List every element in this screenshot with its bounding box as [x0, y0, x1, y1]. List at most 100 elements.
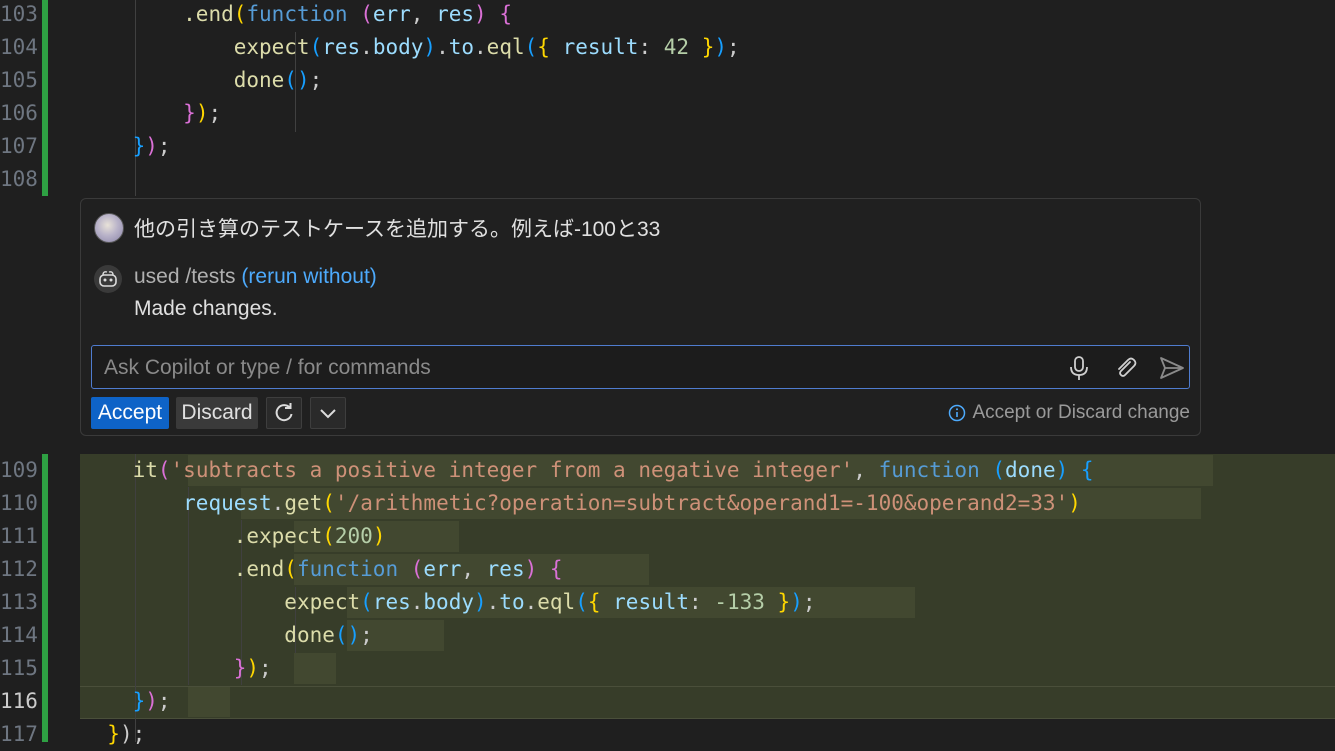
response-text: Made changes.	[134, 297, 278, 320]
attach-paperclip-icon[interactable]	[1112, 354, 1140, 382]
line-number: 117	[0, 722, 38, 746]
code-token: .	[474, 35, 487, 59]
code-token: }	[777, 590, 791, 614]
code-token: }	[183, 101, 196, 125]
code-token: (	[233, 2, 247, 26]
user-prompt: 他の引き算のテストケースを追加する。例えば-100と33	[134, 218, 661, 241]
code-line[interactable]: });	[82, 130, 171, 163]
code-line[interactable]: .end(function (err, res) {	[82, 0, 512, 31]
line-number: 105	[0, 68, 38, 92]
code-token: ,	[410, 2, 437, 26]
code-token: .end	[233, 557, 285, 581]
info-icon	[949, 404, 966, 422]
user-avatar	[94, 213, 124, 243]
code-token: )	[195, 101, 209, 125]
code-line[interactable]: expect(res.body).to.eql({ result: 42 });	[82, 31, 740, 64]
microphone-icon[interactable]	[1065, 354, 1093, 382]
code-line[interactable]: });	[82, 97, 221, 130]
code-token: }	[233, 656, 247, 680]
code-line[interactable]: .end(function (err, res) {	[82, 553, 563, 586]
code-token: it	[132, 458, 158, 482]
more-options-button[interactable]	[310, 397, 346, 429]
code-line[interactable]: });	[82, 685, 171, 718]
code-token: (	[157, 458, 171, 482]
copilot-icon	[94, 265, 122, 293]
line-number: 112	[0, 557, 38, 581]
code-token: ,	[853, 458, 879, 482]
discard-button[interactable]: Discard	[176, 397, 258, 429]
code-token: done	[1005, 458, 1056, 482]
code-token: }	[701, 35, 715, 59]
code-token: :	[689, 590, 715, 614]
line-number: 113	[0, 590, 38, 614]
code-token: get	[284, 491, 323, 515]
code-token: )	[1055, 458, 1069, 482]
code-token: done	[233, 68, 285, 92]
rerun-without-link[interactable]: (rerun without)	[241, 265, 376, 288]
code-token: ,	[461, 557, 487, 581]
code-token: expect	[233, 35, 310, 59]
used-command-line: used /tests (rerun without)	[134, 265, 377, 289]
code-token: ;	[157, 689, 171, 713]
code-token: )	[246, 656, 260, 680]
code-line[interactable]: });	[82, 718, 145, 751]
code-token: 42	[663, 35, 690, 59]
line-number: 114	[0, 623, 38, 647]
code-token: res	[436, 2, 475, 26]
code-token: eql	[537, 590, 576, 614]
code-token: )	[145, 134, 158, 158]
inserted-text-highlight-115	[294, 653, 336, 684]
code-token: ;	[259, 656, 272, 680]
line-number: 116	[0, 689, 38, 713]
chat-input[interactable]	[102, 353, 1006, 383]
code-token: ;	[157, 134, 171, 158]
inserted-text-highlight-116	[188, 687, 230, 717]
send-icon[interactable]	[1158, 354, 1186, 382]
code-line[interactable]: it('subtracts a positive integer from a …	[82, 454, 1094, 487]
accept-button[interactable]: Accept	[91, 397, 169, 429]
code-line[interactable]: });	[82, 652, 272, 685]
code-token: function	[296, 557, 399, 581]
code-token: }	[132, 689, 146, 713]
line-number: 104	[0, 35, 38, 59]
code-token: request	[183, 491, 272, 515]
code-token: .	[360, 35, 373, 59]
code-token: err	[423, 557, 462, 581]
code-token: )	[524, 557, 538, 581]
status-hint-text: Accept or Discard change	[972, 402, 1190, 423]
code-token: res	[372, 590, 411, 614]
code-token: )	[1068, 491, 1081, 515]
code-token: err	[372, 2, 411, 26]
code-token: (	[322, 491, 335, 515]
code-line[interactable]: done();	[82, 64, 323, 97]
chat-input-box[interactable]	[91, 345, 1190, 389]
code-token: ;	[309, 68, 323, 92]
regenerate-button[interactable]	[266, 397, 302, 429]
code-token: (	[360, 2, 373, 26]
code-line[interactable]: .expect(200)	[82, 520, 386, 553]
line-number-gutter: 103 104 105 106 107 108 109 110 111 112 113 114 115 1…	[0, 0, 48, 746]
code-token: result	[562, 35, 639, 59]
code-line[interactable]: expect(res.body).to.eql({ result: -133 }…	[82, 586, 815, 619]
code-token: -133	[714, 590, 765, 614]
code-line[interactable]: request.get('/arithmetic?operation=subtr…	[82, 487, 1081, 520]
code-token: 200	[334, 524, 373, 548]
code-token: {	[499, 2, 512, 26]
code-line[interactable]: done();	[82, 619, 373, 652]
code-token: (	[575, 590, 588, 614]
code-token: function	[246, 2, 348, 26]
